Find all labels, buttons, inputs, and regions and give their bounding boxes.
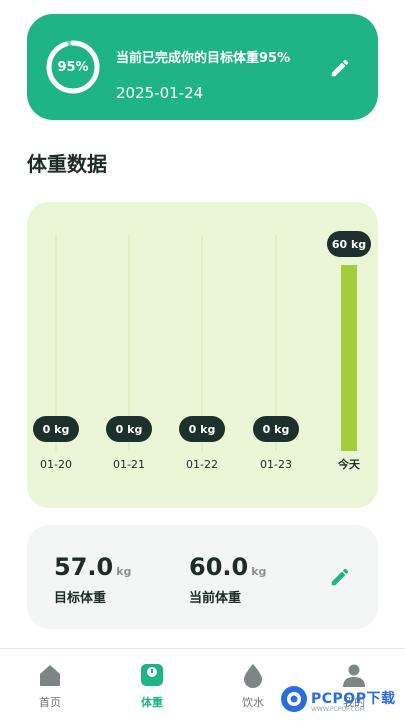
nav-item-weight[interactable]: 体重 [122, 661, 182, 710]
pcpop-logo-icon [281, 686, 307, 712]
edit-weight-icon[interactable] [329, 566, 351, 588]
weight-chart: 0 kg 01-20 0 kg 01-21 0 kg 01-22 0 kg 01-23 60 k… [33, 231, 371, 471]
category-label-0: 01-20 [40, 458, 72, 471]
value-label-3: 0 kg [263, 423, 290, 436]
value-label-1: 0 kg [116, 423, 143, 436]
nav-label-weight: 体重 [141, 696, 163, 709]
weight-chart-card: 0 kg 01-20 0 kg 01-21 0 kg 01-22 0 kg 01-23 60 k… [27, 202, 378, 508]
nav-label-home: 首页 [39, 696, 61, 709]
category-label-1: 01-21 [113, 458, 145, 471]
progress-ring: 95% [44, 38, 102, 96]
category-label-4: 今天 [337, 457, 361, 471]
scale-icon [141, 664, 163, 686]
value-label-2: 0 kg [189, 423, 216, 436]
home-icon [40, 665, 60, 686]
edit-icon[interactable] [329, 57, 351, 79]
progress-percent: 95% [57, 59, 89, 75]
category-label-2: 01-22 [186, 458, 218, 471]
watermark: PCPOP下载 WWW.PCPOP.COM [280, 683, 405, 720]
value-label-0: 0 kg [43, 423, 70, 436]
progress-card: 95% 当前已完成你的目标体重95% 2025-01-24 [27, 14, 378, 120]
current-weight-unit: kg [251, 565, 267, 578]
watermark-subtext: WWW.PCPOP.COM [311, 706, 365, 713]
target-weight-value: 57.0 [54, 553, 114, 581]
nav-label-water: 饮水 [242, 696, 264, 709]
progress-title: 当前已完成你的目标体重95% [116, 51, 291, 66]
water-drop-icon [244, 664, 262, 688]
section-title: 体重数据 [27, 152, 107, 176]
bar-4 [341, 265, 357, 451]
stats-card: 57.0 kg 目标体重 60.0 kg 当前体重 [27, 525, 378, 629]
watermark-text: PCPOP下载 [311, 691, 396, 707]
target-weight-label: 目标体重 [54, 591, 107, 606]
nav-item-water[interactable]: 饮水 [223, 661, 283, 710]
current-weight-label: 当前体重 [189, 591, 242, 606]
category-label-3: 01-23 [260, 458, 292, 471]
value-label-4: 60 kg [332, 238, 366, 251]
target-weight-stat: 57.0 kg 目标体重 [54, 553, 131, 606]
nav-item-home[interactable]: 首页 [20, 661, 80, 710]
target-weight-unit: kg [116, 565, 132, 578]
progress-date: 2025-01-24 [116, 84, 204, 102]
current-weight-value: 60.0 [189, 553, 249, 581]
current-weight-stat: 60.0 kg 当前体重 [189, 553, 266, 606]
